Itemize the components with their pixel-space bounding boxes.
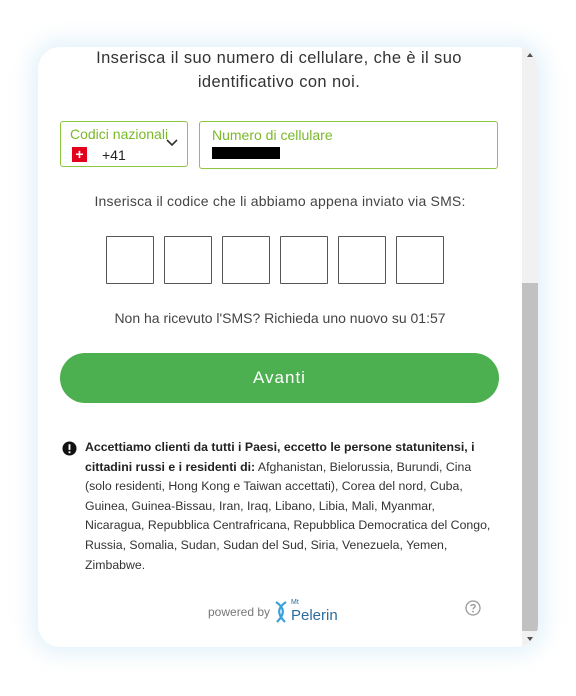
notice-country-list: Afghanistan, Bielorussia, Burundi, Cina … xyxy=(85,459,491,572)
sms-digit-2[interactable] xyxy=(164,236,212,284)
sms-digit-5[interactable] xyxy=(338,236,386,284)
powered-by-text: powered by xyxy=(208,605,271,619)
card-content: Inserisca il suo numero di cellulare, ch… xyxy=(38,47,522,647)
country-code-label: Codici nazionali xyxy=(70,126,169,142)
help-icon[interactable] xyxy=(465,600,481,616)
avanti-button[interactable]: Avanti xyxy=(60,353,499,403)
sms-digit-6[interactable] xyxy=(396,236,444,284)
intro-line-2: identificativo con noi. xyxy=(197,73,361,91)
notice-text: Accettiamo clienti da tutti i Paesi, ecc… xyxy=(85,438,492,575)
intro-line-1: Inserisca il suo numero di cellulare, ch… xyxy=(96,49,462,67)
scroll-up-arrow-icon[interactable] xyxy=(522,47,538,63)
footer: powered by Mt Pelerin xyxy=(38,597,522,627)
resend-sms-text: Non ha ricevuto l'SMS? Richieda uno nuov… xyxy=(114,310,446,326)
swiss-flag-icon: + xyxy=(72,147,87,162)
mt-pelerin-logo-icon xyxy=(275,601,287,623)
sms-code-inputs xyxy=(106,236,446,285)
phone-number-value-redacted: redacted xyxy=(212,147,280,159)
brand-small-text: Mt xyxy=(291,599,299,606)
exclamation-icon xyxy=(62,441,77,456)
sms-digit-4[interactable] xyxy=(280,236,328,284)
vertical-scrollbar[interactable] xyxy=(522,47,538,647)
sms-digit-1[interactable] xyxy=(106,236,154,284)
brand-name: Pelerin xyxy=(291,607,338,624)
country-code-select[interactable]: Codici nazionali + +41 xyxy=(60,121,188,167)
sms-code-prompt: Inserisca il codice che li abbiamo appen… xyxy=(94,193,466,209)
country-code-value: +41 xyxy=(102,147,126,163)
login-card: Inserisca il suo numero di cellulare, ch… xyxy=(38,47,538,647)
country-restriction-notice: Accettiamo clienti da tutti i Paesi, ecc… xyxy=(62,438,492,575)
intro-text: Inserisca il suo numero di cellulare, ch… xyxy=(68,47,490,94)
scroll-down-arrow-icon[interactable] xyxy=(522,631,538,647)
phone-number-field[interactable]: Numero di cellulare redacted xyxy=(199,121,498,169)
phone-number-label: Numero di cellulare xyxy=(212,127,333,143)
sms-digit-3[interactable] xyxy=(222,236,270,284)
chevron-down-icon xyxy=(166,139,178,147)
scrollbar-thumb[interactable] xyxy=(522,283,538,631)
